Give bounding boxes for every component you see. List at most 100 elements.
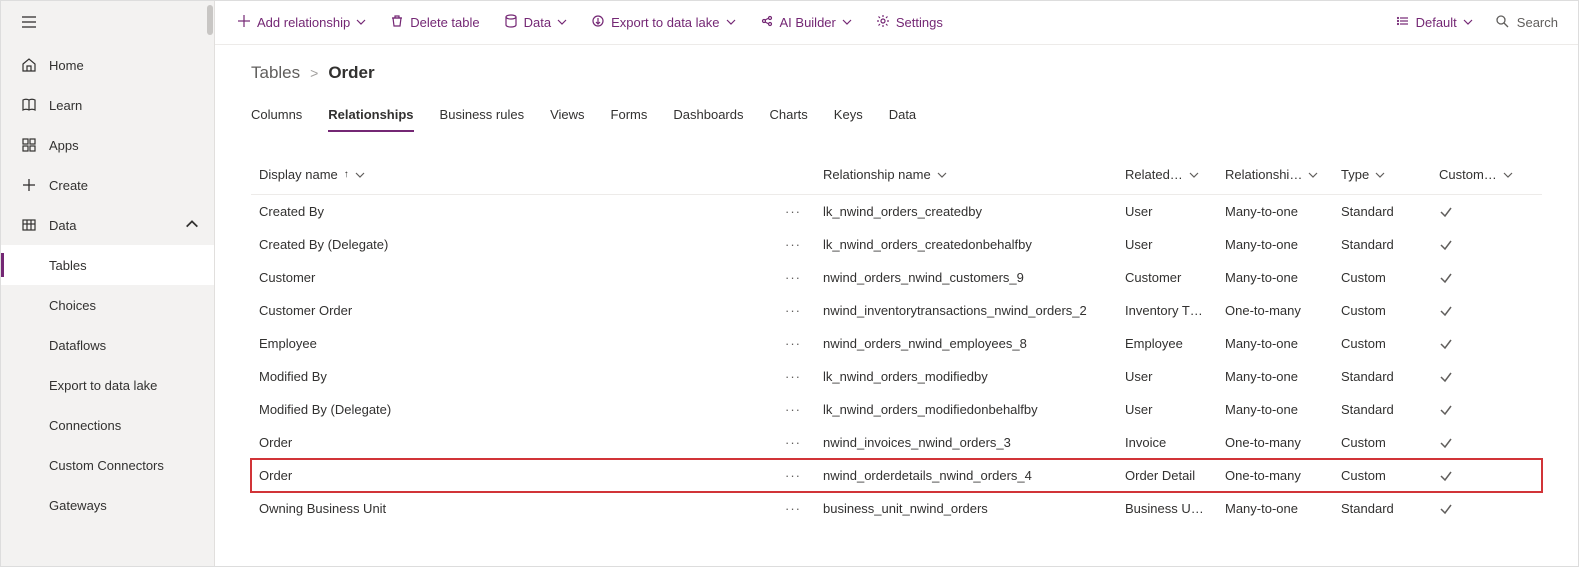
breadcrumb: Tables > Order: [251, 63, 1542, 83]
row-actions-button[interactable]: ···: [771, 501, 815, 516]
subnav-custom-connectors[interactable]: Custom Connectors: [1, 445, 214, 485]
table-row[interactable]: Employee···nwind_orders_nwind_employees_…: [251, 327, 1542, 360]
cell-related: Employee: [1117, 336, 1217, 351]
delete-table-button[interactable]: Delete table: [380, 7, 489, 39]
cell-relationship: Many-to-one: [1217, 402, 1333, 417]
data-button[interactable]: Data: [494, 7, 577, 39]
relationships-table: Display name ↑ Relationship name Related…: [251, 155, 1542, 525]
row-actions-button[interactable]: ···: [771, 237, 815, 252]
subnav-tables[interactable]: Tables: [1, 245, 214, 285]
cell-relationship: Many-to-one: [1217, 369, 1333, 384]
table-row[interactable]: Order···nwind_invoices_nwind_orders_3Inv…: [251, 426, 1542, 459]
table-row[interactable]: Created By···lk_nwind_orders_createdbyUs…: [251, 195, 1542, 228]
row-actions-button[interactable]: ···: [771, 303, 815, 318]
cell-type: Custom: [1333, 270, 1431, 285]
breadcrumb-tables[interactable]: Tables: [251, 63, 300, 83]
table-row[interactable]: Customer···nwind_orders_nwind_customers_…: [251, 261, 1542, 294]
cell-display-name: Customer Order: [251, 303, 771, 318]
ai-builder-button[interactable]: AI Builder: [750, 7, 862, 39]
search-input[interactable]: Search: [1487, 14, 1566, 31]
subnav-connections[interactable]: Connections: [1, 405, 214, 445]
cell-type: Custom: [1333, 336, 1431, 351]
table-row[interactable]: Owning Business Unit···business_unit_nwi…: [251, 492, 1542, 525]
col-relationship-name[interactable]: Relationship name: [815, 167, 1117, 182]
cell-related: Invoice: [1117, 435, 1217, 450]
table-row[interactable]: Modified By (Delegate)···lk_nwind_orders…: [251, 393, 1542, 426]
tab-forms[interactable]: Forms: [611, 101, 648, 132]
cell-related: Customer: [1117, 270, 1217, 285]
row-actions-button[interactable]: ···: [771, 468, 815, 483]
row-actions-button[interactable]: ···: [771, 336, 815, 351]
subnav-export-to-data-lake[interactable]: Export to data lake: [1, 365, 214, 405]
subnav-dataflows[interactable]: Dataflows: [1, 325, 214, 365]
cell-display-name: Modified By (Delegate): [251, 402, 771, 417]
search-placeholder: Search: [1517, 15, 1558, 30]
subnav-label: Tables: [49, 258, 87, 273]
chevron-down-icon: [937, 170, 947, 180]
tab-columns[interactable]: Columns: [251, 101, 302, 132]
nav-home[interactable]: Home: [1, 45, 214, 85]
tab-business-rules[interactable]: Business rules: [440, 101, 525, 132]
col-type[interactable]: Type: [1333, 167, 1431, 182]
nav-label: Data: [49, 218, 76, 233]
col-display-name[interactable]: Display name ↑: [251, 167, 771, 182]
cell-related: User: [1117, 237, 1217, 252]
col-related[interactable]: Related…: [1117, 167, 1217, 182]
trash-icon: [390, 14, 404, 31]
subnav-gateways[interactable]: Gateways: [1, 485, 214, 525]
table-row[interactable]: Order···nwind_orderdetails_nwind_orders_…: [251, 459, 1542, 492]
cell-related: Order Detail: [1117, 468, 1217, 483]
sidebar-scrollbar[interactable]: [206, 1, 214, 566]
cmd-label: Data: [524, 15, 551, 30]
cell-relationship-name: lk_nwind_orders_createdonbehalfby: [815, 237, 1117, 252]
cell-type: Standard: [1333, 501, 1431, 516]
nav-data[interactable]: Data: [1, 205, 214, 245]
hamburger-button[interactable]: [1, 1, 214, 45]
cmd-label: Delete table: [410, 15, 479, 30]
tab-dashboards[interactable]: Dashboards: [673, 101, 743, 132]
row-actions-button[interactable]: ···: [771, 402, 815, 417]
content-area: Tables > Order Columns Relationships Bus…: [215, 45, 1578, 566]
export-data-lake-button[interactable]: Export to data lake: [581, 7, 745, 39]
chevron-down-icon: [1308, 170, 1318, 180]
cell-type: Standard: [1333, 237, 1431, 252]
chevron-up-icon: [184, 216, 200, 235]
tab-views[interactable]: Views: [550, 101, 584, 132]
cmd-label: Add relationship: [257, 15, 350, 30]
col-custom[interactable]: Custom…: [1431, 167, 1523, 182]
row-actions-button[interactable]: ···: [771, 435, 815, 450]
cell-display-name: Created By: [251, 204, 771, 219]
col-label: Relationshi…: [1225, 167, 1302, 182]
export-icon: [591, 14, 605, 31]
table-row[interactable]: Customer Order···nwind_inventorytransact…: [251, 294, 1542, 327]
tab-keys[interactable]: Keys: [834, 101, 863, 132]
cell-custom: [1431, 205, 1523, 219]
chevron-down-icon: [842, 15, 852, 30]
table-row[interactable]: Created By (Delegate)···lk_nwind_orders_…: [251, 228, 1542, 261]
tab-data[interactable]: Data: [889, 101, 916, 132]
cell-relationship-name: nwind_orderdetails_nwind_orders_4: [815, 468, 1117, 483]
tab-charts[interactable]: Charts: [770, 101, 808, 132]
database-icon: [504, 14, 518, 31]
row-actions-button[interactable]: ···: [771, 204, 815, 219]
col-relationship[interactable]: Relationshi…: [1217, 167, 1333, 182]
row-actions-button[interactable]: ···: [771, 369, 815, 384]
col-label: Custom…: [1439, 167, 1497, 182]
row-actions-button[interactable]: ···: [771, 270, 815, 285]
nav-create[interactable]: Create: [1, 165, 214, 205]
cell-relationship: One-to-many: [1217, 435, 1333, 450]
view-default-button[interactable]: Default: [1386, 7, 1483, 39]
nav-apps[interactable]: Apps: [1, 125, 214, 165]
add-relationship-button[interactable]: Add relationship: [227, 7, 376, 39]
table-row[interactable]: Modified By···lk_nwind_orders_modifiedby…: [251, 360, 1542, 393]
chevron-down-icon: [1503, 170, 1513, 180]
nav-learn[interactable]: Learn: [1, 85, 214, 125]
subnav-choices[interactable]: Choices: [1, 285, 214, 325]
chevron-down-icon: [1463, 15, 1473, 30]
sidebar-scrollbar-thumb[interactable]: [207, 5, 213, 35]
cell-custom: [1431, 370, 1523, 384]
settings-button[interactable]: Settings: [866, 7, 953, 39]
tab-relationships[interactable]: Relationships: [328, 101, 413, 132]
tab-strip: Columns Relationships Business rules Vie…: [251, 101, 1542, 133]
cell-related: Inventory T…: [1117, 303, 1217, 318]
